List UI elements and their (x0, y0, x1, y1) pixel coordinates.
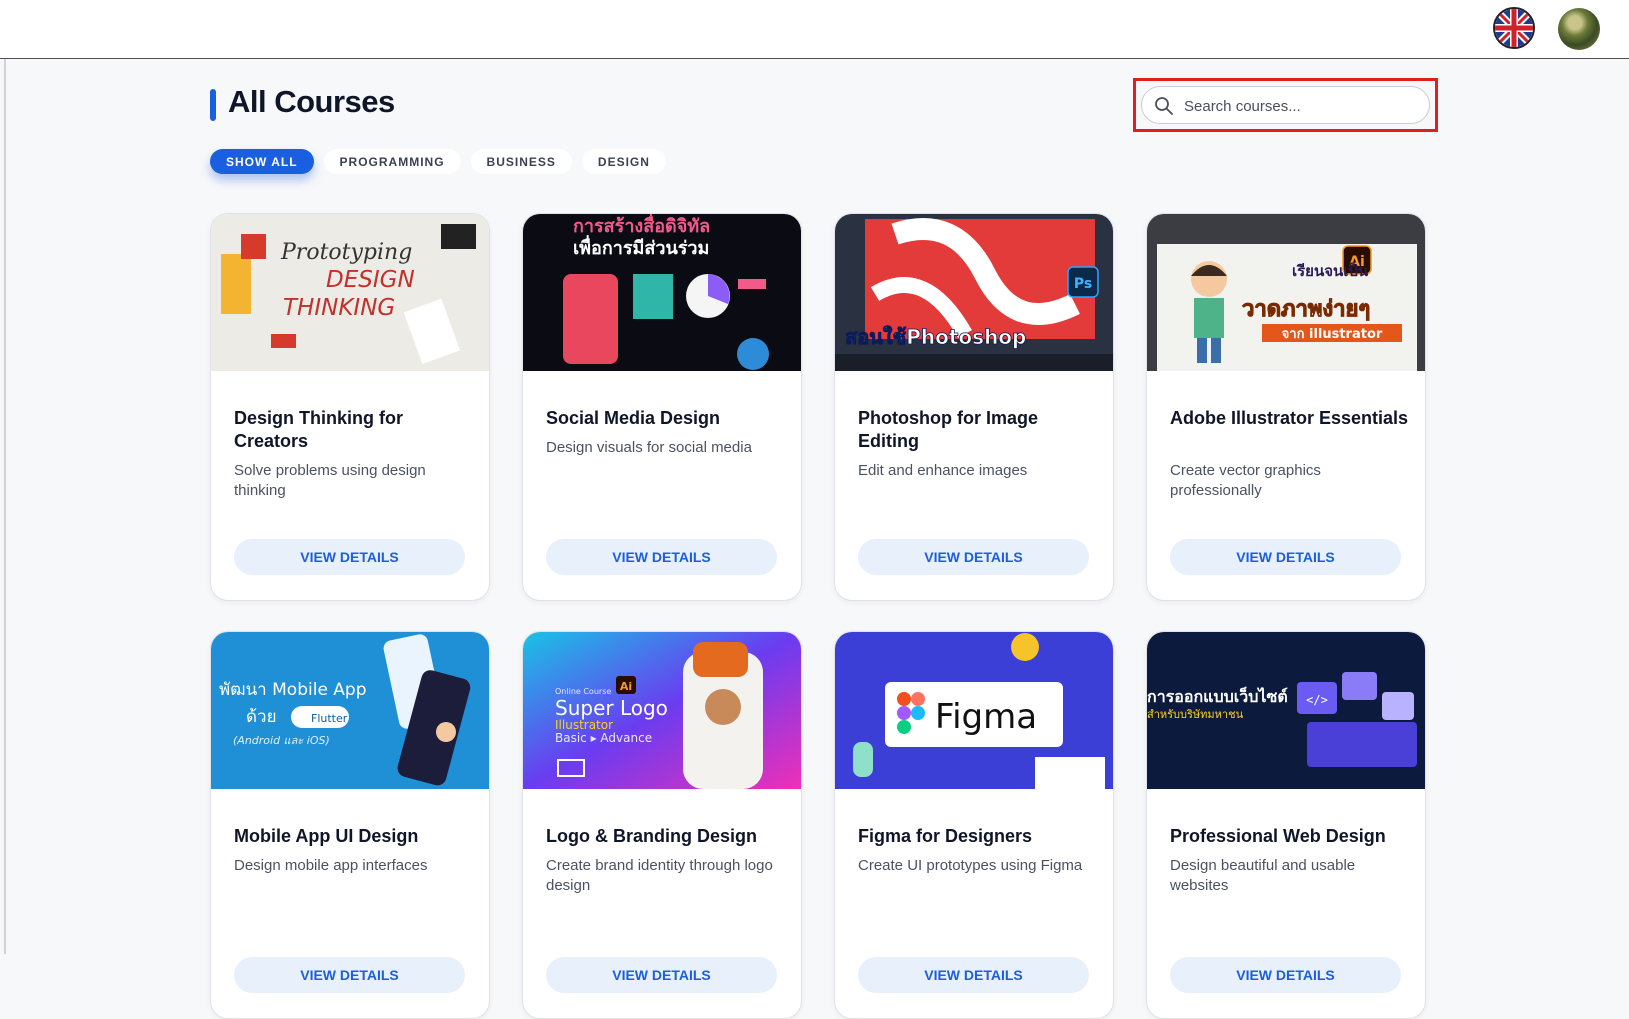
left-border (4, 59, 6, 954)
course-card: </> การออกแบบเว็บไซต์ สำหรับบริษัทมหาชน … (1146, 631, 1426, 1019)
course-description: Edit and enhance images (858, 462, 1028, 479)
thumb-text: สำหรับบริษัทมหาชน (1147, 708, 1244, 721)
course-title: Logo & Branding Design (546, 826, 757, 846)
thumb-text: การสร้างสื่อดิจิทัล (573, 214, 710, 237)
thumb-text: จาก illustrator (1282, 327, 1383, 342)
top-navbar (0, 0, 1629, 59)
course-thumbnail: การสร้างสื่อดิจิทัล เพื่อการมีส่วนร่วม (523, 214, 801, 371)
filter-programming[interactable]: PROGRAMMING (323, 149, 461, 174)
course-title: Adobe Illustrator Essentials (1170, 408, 1409, 428)
thumb-text: Figma (935, 697, 1037, 737)
course-card: การสร้างสื่อดิจิทัล เพื่อการมีส่วนร่วม S… (522, 213, 802, 601)
course-title: Social Media Design (546, 408, 721, 428)
thumb-text: เรียนจนเป็น (1292, 261, 1369, 280)
uk-flag-icon[interactable] (1493, 7, 1535, 49)
course-title: Photoshop for Image Editing (858, 408, 1038, 451)
thumb-text: Online Course (555, 687, 611, 696)
search-input[interactable] (1182, 87, 1421, 125)
thumb-text: Prototyping (280, 240, 412, 265)
view-details-button[interactable]: VIEW DETAILS (546, 539, 777, 575)
course-card: Prototyping DESIGN THINKING Design Think… (210, 213, 490, 601)
thumb-text: (Android และ iOS) (233, 734, 330, 747)
thumb-text: Basic ▸ Advance (555, 731, 652, 745)
thumb-text: ด้วย (246, 707, 277, 727)
thumb-text: สอนใช้Photoshop (845, 325, 1026, 349)
user-avatar[interactable] (1558, 8, 1600, 50)
course-title: Figma for Designers (858, 826, 1033, 846)
thumb-text: Super Logo (555, 696, 668, 720)
thumb-text: การออกแบบเว็บไซต์ (1147, 685, 1288, 706)
category-filters: SHOW ALL PROGRAMMING BUSINESS DESIGN (210, 149, 666, 174)
course-card: Ai เรียนจนเป็น วาดภาพง่ายๆ จาก illustrat… (1146, 213, 1426, 601)
course-description: Design visuals for social media (546, 439, 752, 456)
course-thumbnail: พัฒนา Mobile App ด้วย Flutter (Android แ… (211, 632, 489, 789)
course-thumbnail: Ai Online Course Super Logo Illustrator … (523, 632, 801, 789)
view-details-button[interactable]: VIEW DETAILS (1170, 957, 1401, 993)
view-details-button[interactable]: VIEW DETAILS (234, 957, 465, 993)
course-card: Ai Online Course Super Logo Illustrator … (522, 631, 802, 1019)
course-title: Professional Web Design (1170, 826, 1386, 846)
search-icon (1155, 97, 1173, 115)
course-title: Mobile App UI Design (234, 826, 419, 846)
course-title: Design Thinking for Creators (234, 408, 403, 451)
thumb-text: DESIGN (326, 267, 415, 293)
filter-show-all[interactable]: SHOW ALL (210, 149, 314, 174)
thumb-text: Flutter (311, 712, 348, 725)
page-title: All Courses (228, 84, 395, 119)
view-details-button[interactable]: VIEW DETAILS (858, 957, 1089, 993)
thumb-text: พัฒนา Mobile App (219, 680, 367, 700)
filter-business[interactable]: BUSINESS (470, 149, 572, 174)
view-details-button[interactable]: VIEW DETAILS (546, 957, 777, 993)
filter-design[interactable]: DESIGN (581, 149, 666, 174)
course-thumbnail: Figma (835, 632, 1113, 789)
thumb-text: เพื่อการมีส่วนร่วม (573, 235, 709, 259)
course-description: Solve problems using design thinking (234, 462, 426, 499)
thumb-text: วาดภาพง่ายๆ (1242, 297, 1370, 322)
course-thumbnail: </> การออกแบบเว็บไซต์ สำหรับบริษัทมหาชน (1147, 632, 1425, 789)
course-description: Design beautiful and usable websites (1170, 857, 1356, 894)
course-card: Figma Figma for Designers Create UI prot… (834, 631, 1114, 1019)
thumb-text: Illustrator (555, 718, 613, 732)
search-box[interactable] (1141, 86, 1430, 125)
course-card: Ps สอนใช้Photoshop Photoshop for Image E… (834, 213, 1114, 601)
view-details-button[interactable]: VIEW DETAILS (1170, 539, 1401, 575)
thumb-text: Ai (620, 680, 632, 693)
thumb-text: </> (1306, 693, 1328, 707)
view-details-button[interactable]: VIEW DETAILS (234, 539, 465, 575)
thumb-text: Ps (1074, 276, 1092, 292)
course-thumbnail: Ai เรียนจนเป็น วาดภาพง่ายๆ จาก illustrat… (1147, 214, 1425, 371)
course-description: Create UI prototypes using Figma (858, 857, 1083, 874)
course-card: พัฒนา Mobile App ด้วย Flutter (Android แ… (210, 631, 490, 1019)
course-description: Design mobile app interfaces (234, 857, 428, 874)
title-accent-bar (210, 89, 216, 121)
course-thumbnail: Ps สอนใช้Photoshop (835, 214, 1113, 371)
course-description: Create vector graphics professionally (1170, 462, 1321, 499)
view-details-button[interactable]: VIEW DETAILS (858, 539, 1089, 575)
course-description: Create brand identity through logo desig… (546, 857, 773, 894)
thumb-text: THINKING (283, 295, 395, 321)
course-thumbnail: Prototyping DESIGN THINKING (211, 214, 489, 371)
